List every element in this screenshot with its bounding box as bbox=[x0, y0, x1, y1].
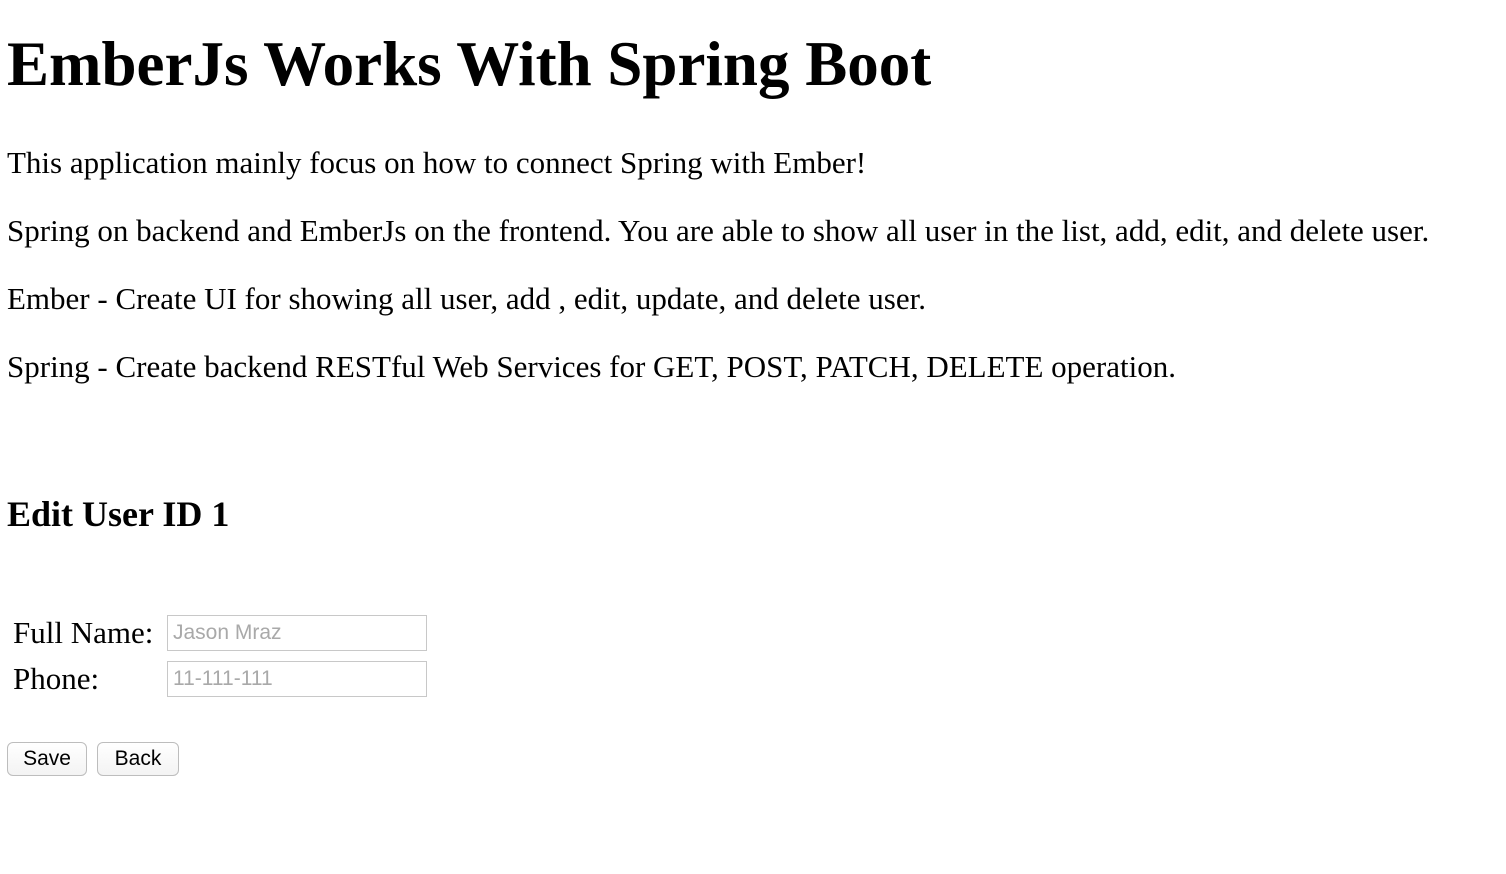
phone-input[interactable] bbox=[167, 661, 427, 697]
intro-paragraph-4: Spring - Create backend RESTful Web Serv… bbox=[7, 349, 1176, 384]
intro-paragraph-1: This application mainly focus on how to … bbox=[7, 145, 867, 180]
save-button[interactable]: Save bbox=[7, 742, 87, 776]
phone-label: Phone: bbox=[13, 661, 100, 696]
back-button[interactable]: Back bbox=[97, 742, 179, 776]
full-name-input[interactable] bbox=[167, 615, 427, 651]
edit-user-heading: Edit User ID 1 bbox=[7, 494, 230, 534]
page-title: EmberJs Works With Spring Boot bbox=[7, 29, 932, 99]
intro-paragraph-3: Ember - Create UI for showing all user, … bbox=[7, 281, 926, 316]
full-name-label: Full Name: bbox=[13, 615, 154, 650]
intro-paragraph-2: Spring on backend and EmberJs on the fro… bbox=[7, 213, 1430, 248]
